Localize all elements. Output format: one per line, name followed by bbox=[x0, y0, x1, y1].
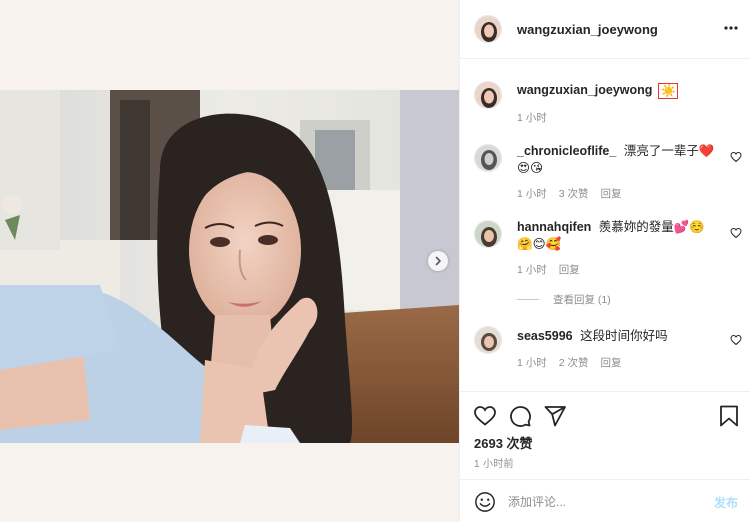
comment-username[interactable]: seas5996 bbox=[517, 329, 573, 343]
post-side-panel: wangzuxian_joeywong wangzuxian_joeywong ☀… bbox=[459, 0, 750, 522]
replies-divider bbox=[517, 299, 539, 300]
comment-meta: 1 小时 回复 bbox=[517, 262, 580, 277]
emoji-icon[interactable] bbox=[474, 491, 496, 513]
post-photo[interactable] bbox=[0, 90, 459, 443]
caption-time[interactable]: 1 小时 bbox=[517, 110, 547, 125]
comment-icon[interactable] bbox=[508, 404, 532, 428]
media-pane bbox=[0, 0, 459, 522]
share-icon[interactable] bbox=[543, 404, 567, 428]
likes-count[interactable]: 2693 次赞 bbox=[474, 433, 533, 452]
caption-emoji: ☀️ bbox=[658, 82, 679, 99]
comment-composer: 发布 bbox=[460, 479, 750, 522]
comments-list: wangzuxian_joeywong ☀️ 1 小时 _chronicleofl… bbox=[460, 60, 750, 391]
comment-username[interactable]: hannahqifen bbox=[517, 220, 591, 234]
comment-text: hannahqifen 羨慕妳的發量💕☺️🤗😊🥰 bbox=[517, 219, 717, 253]
like-comment-icon[interactable] bbox=[730, 227, 742, 239]
comment-time[interactable]: 1 小时 bbox=[517, 186, 547, 201]
header-username[interactable]: wangzuxian_joeywong bbox=[517, 22, 658, 37]
chevron-right-icon bbox=[435, 256, 441, 266]
bookmark-icon[interactable] bbox=[717, 404, 741, 428]
comment-meta: 1 小时 2 次赞 回复 bbox=[517, 355, 622, 370]
avatar[interactable] bbox=[474, 326, 502, 354]
comment-time[interactable]: 1 小时 bbox=[517, 262, 547, 277]
avatar[interactable] bbox=[474, 144, 502, 172]
comment-meta: 1 小时 3 次赞 回复 bbox=[517, 186, 622, 201]
caption-meta: 1 小时 bbox=[517, 110, 547, 125]
avatar[interactable] bbox=[474, 220, 502, 248]
comment-input[interactable] bbox=[508, 492, 698, 512]
view-replies-label[interactable]: 查看回复 (1) bbox=[553, 292, 611, 307]
post-header: wangzuxian_joeywong bbox=[460, 0, 750, 59]
reply-button[interactable]: 回复 bbox=[601, 355, 622, 370]
avatar[interactable] bbox=[474, 15, 502, 43]
like-comment-icon[interactable] bbox=[730, 151, 742, 163]
like-comment-icon[interactable] bbox=[730, 334, 742, 346]
next-image-button[interactable] bbox=[428, 251, 448, 271]
selfie-image bbox=[0, 90, 459, 443]
reply-button[interactable]: 回复 bbox=[559, 262, 580, 277]
comment-text: seas5996 这段时间你好吗 bbox=[517, 328, 717, 345]
caption-username[interactable]: wangzuxian_joeywong bbox=[517, 83, 652, 97]
post-actions: 2693 次赞 1 小时前 bbox=[460, 391, 750, 479]
comment-likes[interactable]: 2 次赞 bbox=[559, 355, 589, 370]
more-options-button[interactable] bbox=[723, 20, 739, 36]
comment-time[interactable]: 1 小时 bbox=[517, 355, 547, 370]
comment-username[interactable]: _chronicleoflife_ bbox=[517, 144, 616, 158]
more-icon bbox=[724, 26, 738, 30]
caption-text: wangzuxian_joeywong ☀️ bbox=[517, 82, 717, 99]
heart-icon[interactable] bbox=[473, 404, 497, 428]
comment-body: 这段时间你好吗 bbox=[580, 329, 668, 343]
comment-text: _chronicleoflife_ 漂亮了一辈子❤️😍😘 bbox=[517, 143, 717, 177]
comment-likes[interactable]: 3 次赞 bbox=[559, 186, 589, 201]
post-time[interactable]: 1 小时前 bbox=[474, 455, 514, 470]
post-comment-button[interactable]: 发布 bbox=[714, 494, 738, 511]
view-replies-button[interactable]: 查看回复 (1) bbox=[517, 292, 611, 307]
reply-button[interactable]: 回复 bbox=[601, 186, 622, 201]
avatar[interactable] bbox=[474, 81, 502, 109]
